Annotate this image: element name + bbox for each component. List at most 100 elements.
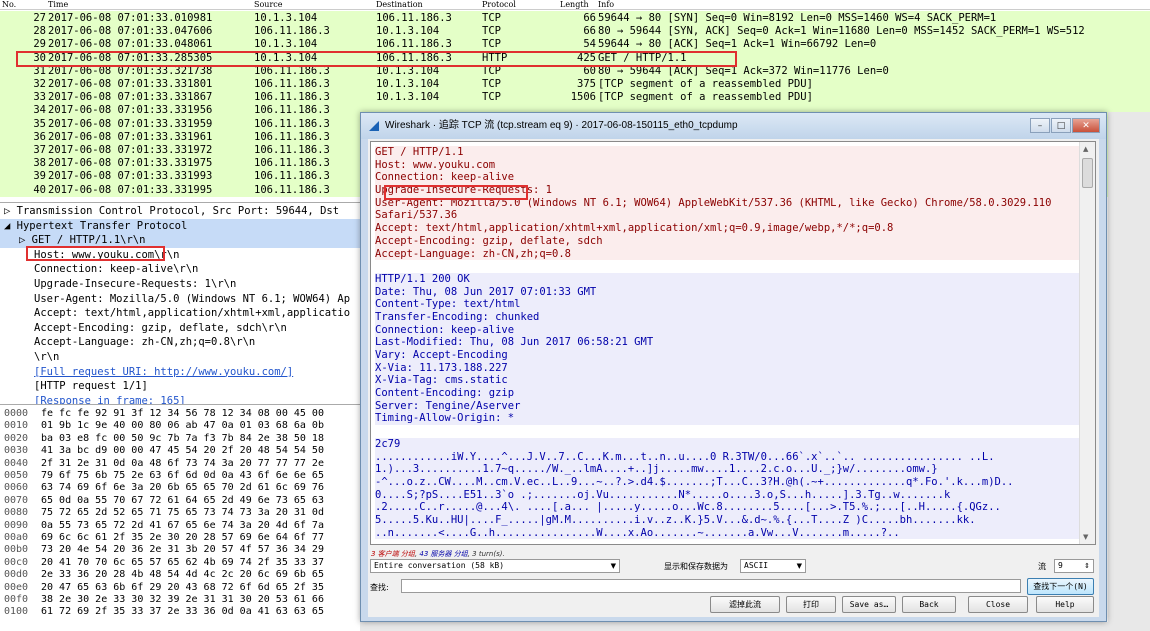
detail-row[interactable]: Accept-Encoding: gzip, deflate, sdch\r\n — [0, 321, 287, 336]
detail-row[interactable]: ▷ Transmission Control Protocol, Src Por… — [0, 204, 339, 219]
detail-link[interactable]: [Full request URI: http://www.youku.com/… — [34, 366, 293, 378]
detail-link[interactable]: [Response in frame: 165] — [34, 395, 186, 404]
server-line: Vary: Accept-Encoding — [375, 349, 1080, 362]
packet-no: 30 — [33, 51, 46, 64]
col-length[interactable]: Length — [560, 0, 589, 10]
detail-row[interactable]: [Response in frame: 165] — [0, 394, 186, 404]
detail-row[interactable]: Upgrade-Insecure-Requests: 1\r\n — [0, 277, 236, 292]
col-destination[interactable]: Destination — [376, 0, 423, 10]
hex-offset: 0040 — [4, 457, 29, 469]
packet-row[interactable]: 29 2017-06-08 07:01:33.048061 10.1.3.104 10… — [0, 37, 1150, 52]
stream-content[interactable]: GET / HTTP/1.1 Host: www.youku.com Connect… — [370, 141, 1096, 545]
col-protocol[interactable]: Protocol — [482, 0, 516, 10]
packet-row[interactable]: 30 2017-06-08 07:01:33.285305 10.1.3.104 10… — [0, 50, 1150, 65]
turns: 3 turn(s). — [472, 550, 505, 558]
server-line: Last-Modified: Thu, 08 Jun 2017 06:58:21… — [375, 336, 1080, 349]
wireshark-fin-icon — [369, 121, 379, 131]
packet-time: 2017-06-08 07:01:33.331993 — [48, 170, 213, 183]
packet-proto: TCP — [482, 91, 501, 104]
scroll-up-icon[interactable]: ▲ — [1083, 145, 1088, 153]
packet-src: 106.11.186.3 — [254, 91, 330, 104]
packet-proto: TCP — [482, 78, 501, 90]
col-info[interactable]: Info — [598, 0, 614, 10]
scroll-thumb[interactable] — [1082, 158, 1093, 188]
detail-text: ▷ GET / HTTP/1.1\r\n — [19, 234, 146, 247]
print-button[interactable]: 打印 — [786, 596, 836, 613]
detail-text: Connection: keep-alive\r\n — [34, 263, 199, 276]
dialog-title-bar[interactable]: Wireshark · 追踪 TCP 流 (tcp.stream eq 9) ·… — [361, 113, 1106, 139]
conversation-select[interactable]: Entire conversation (58 kB) ▼ — [370, 559, 620, 573]
back-button[interactable]: Back — [902, 596, 956, 613]
detail-row[interactable]: Connection: keep-alive\r\n — [0, 262, 198, 277]
hex-offset: 0100 — [4, 606, 29, 618]
hex-offset: 00e0 — [4, 581, 29, 593]
packet-bytes-pane[interactable]: 0000 fe fc fe 92 91 3f 12 34 56 78 12 34 … — [0, 404, 360, 631]
packet-row[interactable]: 31 2017-06-08 07:01:33.321738 106.11.186.3… — [0, 63, 1150, 79]
packet-no: 29 — [33, 38, 46, 51]
packet-dst: 10.1.3.104 — [376, 78, 440, 90]
client-line: Host: www.youku.com — [375, 158, 1080, 172]
packet-details-pane[interactable]: ▷ Transmission Control Protocol, Src Por… — [0, 202, 360, 404]
col-source[interactable]: Source — [254, 0, 283, 10]
find-next-button[interactable]: 查找下一个(N) — [1027, 578, 1094, 595]
close-window-button[interactable]: ✕ — [1072, 118, 1100, 133]
detail-row[interactable]: [HTTP request 1/1] — [0, 379, 148, 394]
col-time[interactable]: Time — [48, 0, 68, 10]
detail-row[interactable]: ◢ Hypertext Transfer Protocol — [0, 218, 360, 234]
packet-src: 106.11.186.3 — [254, 104, 330, 117]
server-line: Server: Tengine/Aserver — [375, 399, 1080, 413]
hex-bytes: 41 3a bc d9 00 00 47 45 54 20 2f 20 48 5… — [41, 445, 324, 457]
packet-row[interactable]: 28 2017-06-08 07:01:33.047606 106.11.186.3… — [0, 24, 1150, 39]
show-as-value: ASCII — [744, 561, 769, 570]
server-line: Content-Encoding: gzip — [375, 387, 1080, 400]
packet-time: 2017-06-08 07:01:33.331961 — [48, 130, 213, 143]
packet-no: 40 — [33, 183, 46, 196]
help-button[interactable]: Help — [1036, 596, 1094, 613]
maximize-button[interactable]: □ — [1051, 118, 1071, 133]
hex-offset: 0000 — [4, 408, 29, 419]
packet-row[interactable]: 32 2017-06-08 07:01:33.331801 106.11.186.3… — [0, 77, 1150, 92]
filter-out-stream-button[interactable]: 滤掉此流 — [710, 596, 780, 613]
detail-text: User-Agent: Mozilla/5.0 (Windows NT 6.1;… — [34, 292, 351, 305]
packet-row[interactable]: 27 2017-06-08 07:01:33.010981 10.1.3.104 10… — [0, 11, 1150, 26]
packet-src: 106.11.186.3 — [254, 117, 330, 130]
hex-offset: 00d0 — [4, 569, 29, 581]
minimize-button[interactable]: – — [1030, 118, 1050, 133]
detail-row[interactable]: User-Agent: Mozilla/5.0 (Windows NT 6.1;… — [0, 292, 350, 307]
col-no[interactable]: No. — [2, 0, 16, 10]
packet-no: 28 — [33, 25, 46, 38]
stream-number-spinner[interactable]: 9 ⇕ — [1054, 559, 1094, 573]
server-binary-line: 5.....5.Ku..HU|....F_.....|gM.M.........… — [375, 513, 1080, 527]
packet-row[interactable]: 33 2017-06-08 07:01:33.331867 106.11.186.3… — [0, 90, 1150, 105]
client-line: Connection: keep-alive — [375, 171, 1080, 185]
packet-info: 80 → 59644 [ACK] Seq=1 Ack=372 Win=11776… — [598, 64, 889, 77]
scroll-down-icon[interactable]: ▼ — [1083, 533, 1088, 541]
detail-row[interactable]: ▷ GET / HTTP/1.1\r\n — [0, 233, 360, 248]
packet-src: 106.11.186.3 — [254, 157, 330, 170]
detail-text: \r\n — [34, 351, 60, 363]
packet-len: 66 — [583, 25, 596, 38]
stream-scrollbar[interactable]: ▲ ▼ — [1079, 142, 1095, 544]
close-button[interactable]: Close — [968, 596, 1028, 613]
hex-bytes: 38 2e 30 2e 33 30 32 39 2e 31 31 30 20 5… — [41, 594, 324, 605]
packet-dst: 10.1.3.104 — [376, 25, 440, 38]
hex-bytes: ba 03 e8 fc 00 50 9c 7b 7a f3 7b 84 2e 3… — [41, 432, 324, 444]
detail-row[interactable]: Host: www.youku.com\r\n — [0, 248, 179, 263]
hex-offset: 0020 — [4, 432, 29, 444]
detail-row[interactable]: Accept: text/html,application/xhtml+xml,… — [0, 306, 350, 321]
hex-offset: 0080 — [4, 507, 29, 519]
find-input[interactable] — [401, 579, 1021, 593]
packet-dst: 10.1.3.104 — [376, 64, 440, 77]
save-as-button[interactable]: Save as… — [842, 596, 896, 613]
show-as-select[interactable]: ASCII ▼ — [740, 559, 806, 573]
packet-src: 106.11.186.3 — [254, 130, 330, 143]
detail-row[interactable]: Accept-Language: zh-CN,zh;q=0.8\r\n — [0, 335, 255, 350]
packet-no: 39 — [33, 170, 46, 183]
packet-len: 425 — [577, 51, 596, 64]
packet-len: 66 — [583, 12, 596, 24]
find-label: 查找: — [370, 583, 389, 592]
server-binary-line: 1.)...3..........1.7~q...../W._..lmA....… — [375, 463, 1080, 476]
detail-row[interactable]: \r\n — [0, 350, 59, 365]
hex-bytes: 2e 33 36 20 28 4b 48 54 4d 4c 2c 20 6c 6… — [41, 569, 324, 581]
detail-row[interactable]: [Full request URI: http://www.youku.com/… — [0, 365, 293, 380]
